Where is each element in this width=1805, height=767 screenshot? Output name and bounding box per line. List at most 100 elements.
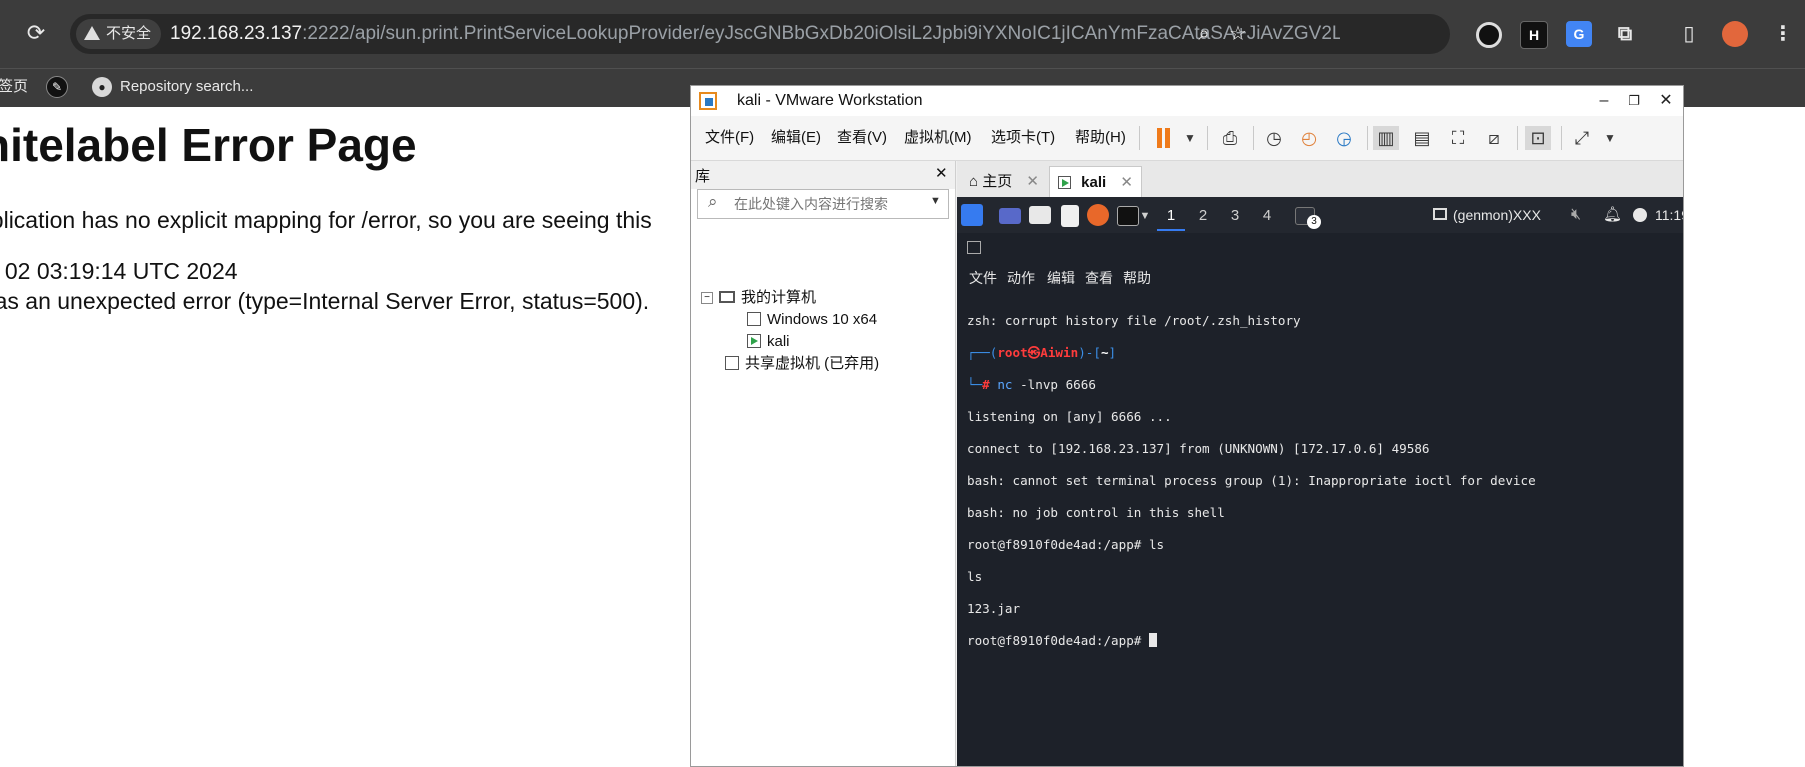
error-timestamp: or 02 03:19:14 UTC 2024 — [0, 258, 238, 284]
extensions-puzzle-icon[interactable]: ⧉ — [1612, 21, 1638, 47]
terminal-menu-view[interactable]: 查看 — [1085, 265, 1113, 291]
fullscreen-icon[interactable]: ⛶ — [1445, 126, 1471, 150]
terminal-menu-actions[interactable]: 动作 — [1007, 265, 1035, 291]
minimize-button[interactable]: – — [1589, 86, 1619, 116]
library-header: 库 ✕ — [691, 161, 955, 189]
chevron-down-icon[interactable]: ▼ — [1597, 126, 1623, 150]
bell-icon[interactable]: 🔔︎ — [1603, 197, 1622, 233]
translate-icon[interactable]: G — [1566, 21, 1592, 47]
error-message: pplication has no explicit mapping for /… — [0, 207, 652, 233]
clock: 11:19 — [1655, 207, 1683, 223]
firefox-icon[interactable] — [1087, 204, 1109, 226]
terminal-line: listening on [any] 6666 ... — [967, 409, 1172, 424]
toolbar-separator — [1253, 126, 1254, 150]
collapse-icon[interactable]: − — [701, 292, 713, 305]
kali-menu-icon[interactable] — [961, 204, 983, 226]
profile-avatar[interactable] — [1722, 21, 1748, 47]
vmware-logo-icon — [699, 92, 717, 110]
menu-tabs[interactable]: 选项卡(T) — [991, 116, 1055, 160]
tree-item-windows-10[interactable]: Windows 10 x64 — [747, 309, 877, 331]
terminal-menu-edit[interactable]: 编辑 — [1047, 265, 1075, 291]
bookmark-label: Repository search... — [120, 78, 254, 95]
url-host: 192.168.23.137 — [170, 23, 303, 44]
workspace-1[interactable]: 1 — [1157, 203, 1185, 231]
terminal-menu-help[interactable]: 帮助 — [1123, 265, 1151, 291]
tab-kali[interactable]: kali ✕ — [1049, 166, 1142, 197]
bookmark-star-icon[interactable]: ☆ — [1226, 22, 1250, 46]
tree-label: 共享虚拟机 (已弃用) — [745, 355, 880, 372]
menu-view[interactable]: 查看(V) — [837, 116, 887, 160]
terminal-icon[interactable] — [1117, 206, 1139, 226]
pause-icon[interactable] — [1165, 128, 1170, 148]
tab-close-icon[interactable]: ✕ — [1026, 173, 1039, 190]
window-title: kali - VMware Workstation — [737, 92, 923, 109]
snapshot-icon[interactable]: ◷ — [1261, 126, 1287, 150]
tab-home[interactable]: ⌂ 主页 ✕ — [961, 166, 1047, 197]
guest-display[interactable]: ▼ 1 2 3 4 3 (genmon)XXX 🔇︎ 🔔︎ 11:19 文件 动… — [957, 197, 1683, 766]
security-chip[interactable]: 不安全 — [76, 19, 162, 49]
send-ctrl-alt-del-icon[interactable]: ⎙ — [1217, 126, 1243, 150]
menu-file[interactable]: 文件(F) — [705, 116, 754, 160]
library-panel: 库 ✕ ⌕ ▼ − 我的计算机 Windows 10 x64 kali 共享虚拟机… — [691, 161, 956, 766]
genmon-label: (genmon)XXX — [1453, 207, 1541, 223]
tab-close-icon[interactable]: ✕ — [1120, 174, 1133, 191]
file-manager-icon[interactable] — [1029, 206, 1051, 224]
speaker-muted-icon[interactable]: 🔇︎ — [1571, 197, 1581, 233]
workspace-3[interactable]: 3 — [1221, 203, 1249, 229]
text-editor-icon[interactable] — [1061, 205, 1079, 227]
xfce-panel: ▼ 1 2 3 4 3 (genmon)XXX 🔇︎ 🔔︎ 11:19 — [957, 197, 1683, 233]
workspace-2[interactable]: 2 — [1189, 203, 1217, 229]
terminal-window-icon — [967, 241, 981, 254]
thumbnail-bar-icon[interactable]: ▤ — [1409, 126, 1435, 150]
pause-icon[interactable] — [1157, 128, 1162, 148]
restore-button[interactable]: ❐ — [1619, 86, 1649, 116]
show-desktop-icon[interactable] — [999, 208, 1021, 224]
library-search-input[interactable] — [732, 193, 916, 215]
warning-icon — [84, 26, 100, 40]
reload-icon[interactable]: ⟳ — [22, 19, 50, 47]
terminal-output[interactable]: zsh: corrupt history file /root/.zsh_his… — [967, 297, 1677, 681]
menu-vm[interactable]: 虚拟机(M) — [904, 116, 972, 160]
terminal-line: connect to [192.168.23.137] from (UNKNOW… — [967, 441, 1430, 456]
error-detail: was an unexpected error (type=Internal S… — [0, 288, 650, 314]
chevron-down-icon[interactable]: ▼ — [1177, 126, 1203, 150]
tree-item-shared-vms[interactable]: 共享虚拟机 (已弃用) — [725, 353, 879, 375]
menu-edit[interactable]: 编辑(E) — [771, 116, 821, 160]
computer-icon — [719, 291, 735, 304]
address-bar[interactable]: 不安全 192.168.23.137:2222/api/sun.print.Pr… — [70, 14, 1450, 54]
url-text[interactable]: 192.168.23.137:2222/api/sun.print.PrintS… — [170, 14, 1340, 54]
chevron-down-icon[interactable]: ▼ — [1137, 203, 1153, 229]
snapshot-manager-icon[interactable]: ◶ — [1331, 126, 1357, 150]
vm-tab-strip: ⌂ 主页 ✕ kali ✕ — [957, 161, 1683, 197]
terminal-cursor — [1148, 633, 1157, 647]
close-button[interactable]: ✕ — [1651, 86, 1681, 116]
wrench-icon: ✎ — [46, 76, 68, 98]
revert-snapshot-icon[interactable]: ◴ — [1296, 126, 1322, 150]
terminal-line: bash: cannot set terminal process group … — [967, 473, 1536, 488]
unity-icon[interactable]: ⧄ — [1481, 126, 1507, 150]
chevron-down-icon[interactable]: ▼ — [930, 195, 941, 207]
stretch-icon[interactable]: ⤢ — [1569, 126, 1595, 150]
library-search[interactable]: ⌕ ▼ — [697, 189, 949, 219]
bookmark-tabs[interactable]: 签页 — [0, 69, 28, 105]
power-icon[interactable] — [1633, 208, 1647, 222]
url-path: :2222/api/sun.print.PrintServiceLookupPr… — [302, 23, 1340, 44]
home-icon: ⌂ — [969, 173, 979, 190]
workspace-4[interactable]: 4 — [1253, 203, 1281, 229]
tree-item-kali[interactable]: kali — [747, 331, 790, 353]
side-panel-icon[interactable]: ▯ — [1676, 21, 1702, 47]
library-toggle-icon[interactable]: ▥ — [1373, 126, 1399, 150]
terminal-line: ls — [967, 569, 983, 584]
tree-item-my-computer[interactable]: − 我的计算机 — [701, 287, 816, 309]
extension-circle-icon[interactable] — [1476, 22, 1502, 48]
bookmark-tool[interactable]: ✎ — [46, 69, 68, 105]
library-title: 库 — [695, 168, 711, 185]
zoom-icon[interactable]: ⌕ — [1192, 22, 1216, 46]
browser-menu-icon[interactable]: ⋮ — [1770, 21, 1796, 47]
console-view-icon[interactable]: ⊡ — [1525, 126, 1551, 150]
terminal-menu-file[interactable]: 文件 — [969, 265, 997, 291]
menu-help[interactable]: 帮助(H) — [1075, 116, 1126, 160]
bookmark-repository-search[interactable]: ● Repository search... — [92, 69, 253, 105]
extension-h-icon[interactable]: H — [1520, 21, 1548, 49]
library-close-icon[interactable]: ✕ — [935, 164, 948, 182]
